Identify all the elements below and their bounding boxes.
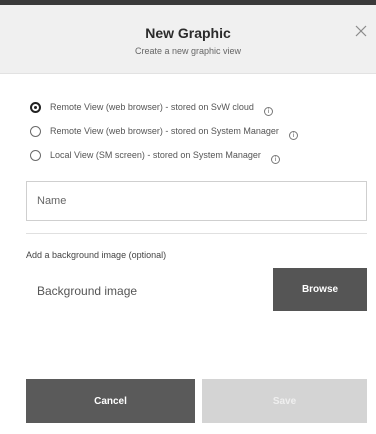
dialog-subtitle: Create a new graphic view [134, 46, 242, 56]
background-section-label: Add a background image (optional) [26, 250, 167, 260]
close-button[interactable] [352, 22, 370, 40]
radio-label: Local View (SM screen) - stored on Syste… [50, 150, 261, 160]
browse-button[interactable]: Browse [273, 268, 367, 311]
radio-button[interactable] [30, 149, 41, 161]
view-type-radio-group: Remote View (web browser) - stored on Sv… [30, 95, 298, 167]
radio-option-remote-cloud[interactable]: Remote View (web browser) - stored on Sv… [30, 95, 298, 119]
info-icon[interactable]: i [288, 130, 298, 140]
radio-button-selected[interactable] [30, 101, 41, 113]
dialog-header: New Graphic Create a new graphic view [0, 5, 376, 74]
save-button[interactable]: Save [202, 379, 367, 423]
background-image-field: Background image [37, 284, 138, 298]
info-icon[interactable]: i [270, 154, 280, 164]
close-icon [355, 25, 367, 37]
radio-option-local-view[interactable]: Local View (SM screen) - stored on Syste… [30, 143, 298, 167]
cancel-button[interactable]: Cancel [26, 379, 195, 423]
section-divider [26, 233, 367, 234]
radio-label: Remote View (web browser) - stored on Sv… [50, 102, 254, 112]
name-input[interactable] [26, 181, 367, 221]
info-icon[interactable]: i [263, 106, 273, 116]
radio-label: Remote View (web browser) - stored on Sy… [50, 126, 279, 136]
radio-option-remote-system-manager[interactable]: Remote View (web browser) - stored on Sy… [30, 119, 298, 143]
dialog-title: New Graphic [145, 25, 231, 41]
radio-button[interactable] [30, 125, 41, 137]
